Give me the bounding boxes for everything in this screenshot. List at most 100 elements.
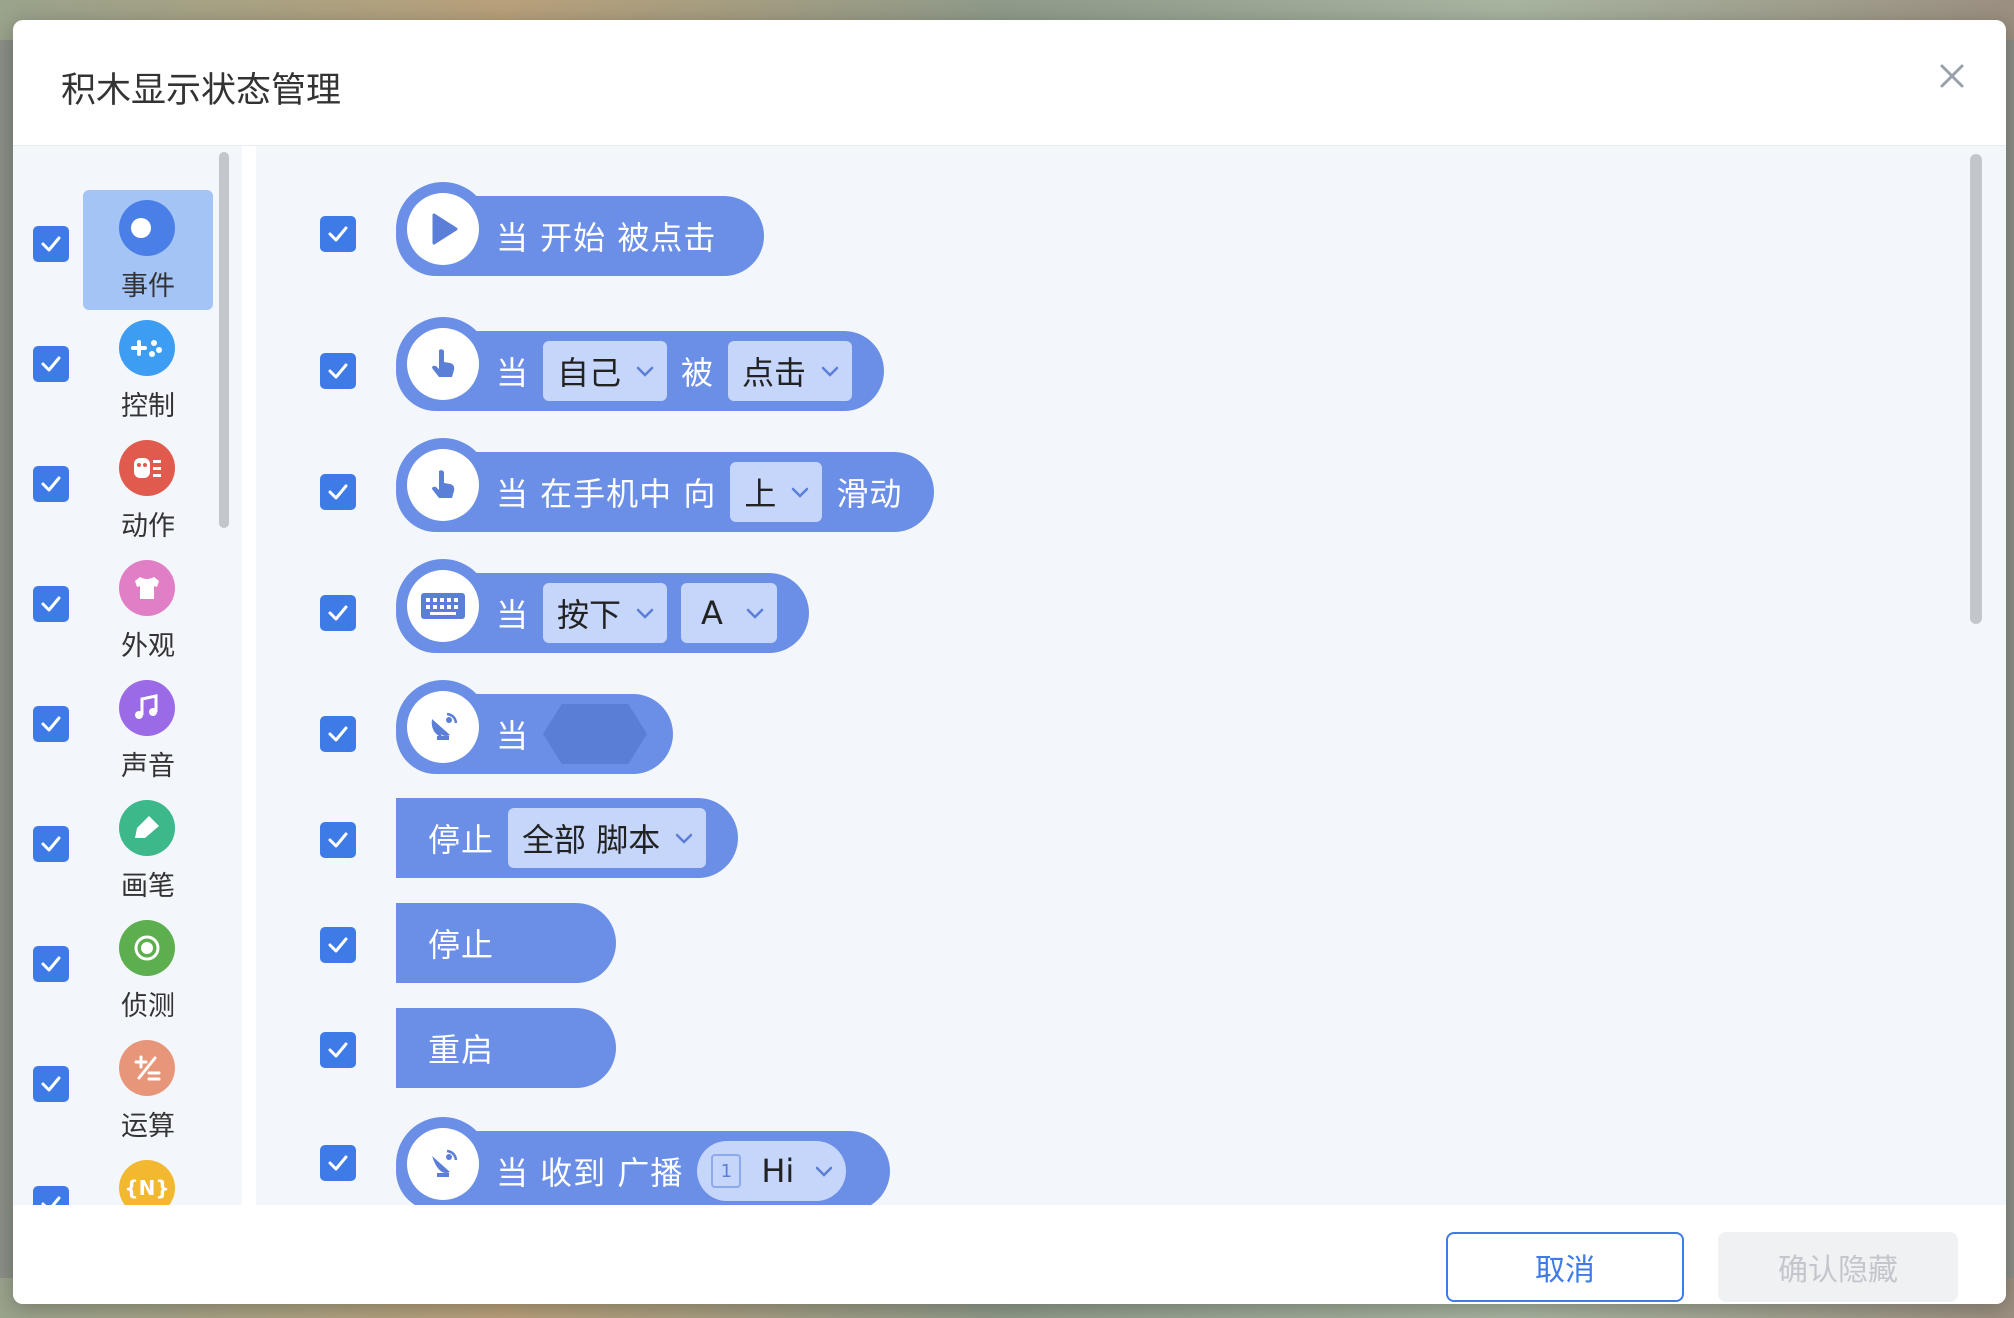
robot-icon	[119, 440, 175, 496]
play-icon	[407, 193, 479, 265]
block-checkbox[interactable]	[320, 822, 356, 858]
hand-pointer-icon	[407, 328, 479, 400]
block-checkbox[interactable]	[320, 716, 356, 752]
hand-pointer-icon	[407, 449, 479, 521]
block-text: 当	[496, 596, 530, 634]
block-icon	[396, 182, 490, 276]
category-control[interactable]: 控制	[13, 310, 213, 430]
direction-dropdown[interactable]: 上	[730, 462, 823, 522]
close-icon[interactable]	[1932, 56, 1972, 96]
dialog-footer: 取消 确认隐藏	[13, 1205, 2006, 1304]
chevron-down-icon	[814, 1164, 834, 1178]
block-list-scrollbar[interactable]	[1970, 154, 1982, 624]
event-dropdown[interactable]: 点击	[728, 341, 853, 401]
cancel-button[interactable]: 取消	[1446, 1232, 1684, 1302]
category-label: 控制	[121, 391, 175, 422]
boolean-slot[interactable]	[543, 704, 648, 764]
category-checkbox[interactable]	[33, 1186, 69, 1206]
block-checkbox[interactable]	[320, 595, 356, 631]
block-text: 当 收到 广播	[496, 1154, 684, 1192]
block-text: 当	[496, 717, 530, 755]
block-stop-scripts: 停止 全部 脚本	[396, 798, 739, 878]
block-checkbox[interactable]	[320, 1145, 356, 1181]
sidebar-divider	[242, 146, 256, 1206]
category-checkbox[interactable]	[33, 826, 69, 862]
block-text: 当 开始 被点击	[496, 219, 717, 257]
gamepad-icon	[119, 320, 175, 376]
dialog-title: 积木显示状态管理	[61, 71, 342, 111]
math-icon	[119, 1040, 175, 1096]
block-when-start-clicked: 当 开始 被点击	[396, 182, 765, 276]
dialog-body: 事件 控制 动作 外观 声音 画笔 侦测 运算 {N} 当 开始 被点击 当 自…	[13, 145, 2006, 1207]
block-icon	[396, 559, 490, 653]
category-operators[interactable]: 运算	[13, 1030, 213, 1150]
chevron-down-icon	[745, 606, 765, 620]
block-when-receive-broadcast: 当 收到 广播 1 Hi	[396, 1117, 891, 1206]
stop-target-dropdown[interactable]: 全部 脚本	[508, 808, 707, 868]
block-list: 当 开始 被点击 当 自己 被 点击 当 在手机中 向 上 滑动 当 按下 A …	[256, 146, 1986, 1206]
chevron-down-icon	[674, 831, 694, 845]
category-checkbox[interactable]	[33, 1066, 69, 1102]
key-dropdown[interactable]: A	[681, 583, 777, 643]
radar-icon	[119, 920, 175, 976]
music-icon	[119, 680, 175, 736]
block-text: 重启	[428, 1031, 495, 1069]
category-checkbox[interactable]	[33, 946, 69, 982]
block-stop: 停止	[396, 903, 616, 983]
category-checkbox[interactable]	[33, 346, 69, 382]
satellite-dish-icon	[407, 1128, 479, 1200]
category-pen[interactable]: 画笔	[13, 790, 213, 910]
block-icon	[396, 317, 490, 411]
block-text: 停止	[428, 926, 495, 964]
keyboard-icon	[407, 570, 479, 642]
category-label: 动作	[121, 511, 175, 542]
category-looks[interactable]: 外观	[13, 550, 213, 670]
broadcast-badge: 1	[711, 1154, 742, 1188]
block-checkbox[interactable]	[320, 474, 356, 510]
block-text: 滑动	[836, 475, 903, 513]
category-label: 外观	[121, 631, 175, 662]
toggle-icon	[119, 200, 175, 256]
chevron-down-icon	[790, 485, 810, 499]
sidebar-scrollbar[interactable]	[219, 152, 229, 528]
block-text: 被	[681, 354, 715, 392]
category-checkbox[interactable]	[33, 466, 69, 502]
pen-icon	[119, 800, 175, 856]
shirt-icon	[119, 560, 175, 616]
block-visibility-dialog: 积木显示状态管理 事件 控制 动作 外观 声音 画笔 侦测 运算 {N} 当 开…	[13, 20, 2006, 1304]
target-dropdown[interactable]: 自己	[543, 341, 668, 401]
category-label: 事件	[121, 271, 175, 302]
category-sound[interactable]: 声音	[13, 670, 213, 790]
broadcast-dropdown[interactable]: 1 Hi	[697, 1141, 847, 1201]
block-icon	[396, 1117, 490, 1206]
block-when-swipe: 当 在手机中 向 上 滑动	[396, 438, 935, 532]
key-action-dropdown[interactable]: 按下	[543, 583, 668, 643]
category-checkbox[interactable]	[33, 226, 69, 262]
category-variables[interactable]: {N}	[13, 1150, 213, 1206]
category-label: 画笔	[121, 871, 175, 902]
block-checkbox[interactable]	[320, 1032, 356, 1068]
category-checkbox[interactable]	[33, 586, 69, 622]
block-when-self-clicked: 当 自己 被 点击	[396, 317, 885, 411]
category-label: 侦测	[121, 991, 175, 1022]
category-events[interactable]: 事件	[13, 190, 213, 310]
block-text: 停止	[428, 821, 495, 859]
block-checkbox[interactable]	[320, 353, 356, 389]
category-sensing[interactable]: 侦测	[13, 910, 213, 1030]
block-checkbox[interactable]	[320, 927, 356, 963]
block-restart: 重启	[396, 1008, 616, 1088]
category-checkbox[interactable]	[33, 706, 69, 742]
block-when-key-pressed: 当 按下 A	[396, 559, 809, 653]
satellite-dish-icon	[407, 691, 479, 763]
chevron-down-icon	[820, 364, 840, 378]
category-sidebar: 事件 控制 动作 外观 声音 画笔 侦测 运算 {N}	[13, 146, 229, 1206]
block-text: 当	[496, 354, 530, 392]
category-motion[interactable]: 动作	[13, 430, 213, 550]
block-when-condition: 当	[396, 680, 674, 774]
category-label: 声音	[121, 751, 175, 782]
block-icon	[396, 438, 490, 532]
block-checkbox[interactable]	[320, 216, 356, 252]
category-label: 运算	[121, 1111, 175, 1142]
confirm-hide-button[interactable]: 确认隐藏	[1718, 1232, 1958, 1302]
block-icon	[396, 680, 490, 774]
